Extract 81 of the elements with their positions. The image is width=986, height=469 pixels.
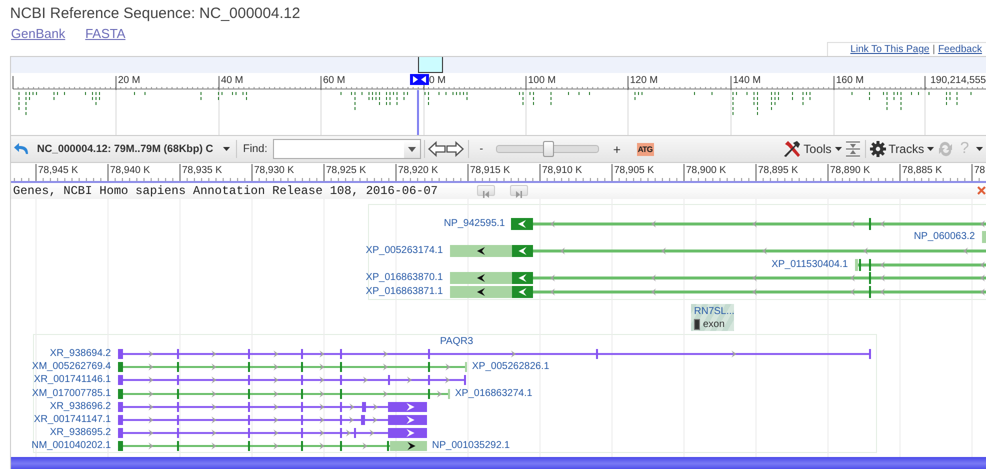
transcript-label: XP_011530404.1 xyxy=(771,259,848,270)
caret-icon[interactable] xyxy=(223,147,230,151)
transcript-label: XR_938696.2 xyxy=(50,401,111,412)
tools-menu[interactable]: Tools xyxy=(804,142,832,156)
ruler-label: 78,885 K xyxy=(902,165,942,177)
ruler-label: 40 M xyxy=(221,75,244,86)
ruler-label: 120 M xyxy=(630,75,658,86)
transcript-label: XR_001741147.1 xyxy=(34,414,111,425)
collapse-icon[interactable] xyxy=(844,141,861,157)
ruler-label: 78,925 K xyxy=(326,165,366,177)
transcript-label: XP_005263174.1 xyxy=(366,245,443,256)
ruler-label: 160 M xyxy=(836,75,864,86)
left-arrow-icon[interactable] xyxy=(428,141,446,157)
tools-icon[interactable] xyxy=(782,140,801,158)
sequence-button[interactable]: ATG xyxy=(636,142,654,156)
link[interactable]: GenBank xyxy=(11,26,66,40)
ruler-label: 78,915 K xyxy=(470,165,510,177)
transcript-label: XP_016863871.1 xyxy=(366,286,443,297)
position-line xyxy=(417,90,419,135)
find-label: Find: xyxy=(243,143,268,155)
ruler-label: 78 xyxy=(974,165,986,177)
next-button[interactable] xyxy=(510,185,528,196)
protein-label: NP_001035292.1 xyxy=(432,440,510,451)
ruler-label: 0 M xyxy=(429,75,446,86)
ruler-label: 78,895 K xyxy=(758,165,798,177)
skip-back-icon xyxy=(482,191,490,198)
caret-icon[interactable] xyxy=(834,147,842,151)
transcript-label: XR_938694.2 xyxy=(50,348,111,359)
feature-label: RN7SL... xyxy=(694,306,735,317)
tracks-menu[interactable]: Tracks xyxy=(888,142,924,156)
range-marker-icon[interactable] xyxy=(410,74,429,85)
skip-forward-icon xyxy=(515,191,523,198)
protein-label: XP_016863274.1 xyxy=(455,388,532,399)
gene-name: PAQR3 xyxy=(440,336,474,347)
ruler-label: 78,900 K xyxy=(686,165,726,177)
settings-icon[interactable] xyxy=(870,141,886,157)
view-window[interactable] xyxy=(418,57,443,73)
slider-thumb[interactable] xyxy=(542,141,554,157)
track-title: Genes, NCBI Homo sapiens Annotation Release 108, 2016-06-07 xyxy=(13,184,438,198)
ruler-label: 140 M xyxy=(733,75,761,86)
ruler-label: 78,920 K xyxy=(398,165,438,177)
ruler-label: 78,910 K xyxy=(542,165,582,177)
feature-box[interactable]: RN7SL... exon xyxy=(691,304,734,331)
back-arrow-icon[interactable] xyxy=(14,142,31,156)
ruler-label: 20 M xyxy=(118,75,140,86)
location-label: NC_000004.12: 79M..79M (68Kbp) C xyxy=(37,143,214,155)
transcript-label: NP_060063.2 xyxy=(914,231,975,242)
page-title: NCBI Reference Sequence: NC_000004.12 xyxy=(9,4,302,24)
transcript-label: XM_005262769.4 xyxy=(32,361,111,372)
caret-icon[interactable] xyxy=(927,147,934,151)
ruler-label: 78,945 K xyxy=(38,165,78,177)
transcript-label: XM_017007785.1 xyxy=(32,388,111,399)
caret-icon xyxy=(408,146,416,152)
link[interactable]: Feedback xyxy=(938,43,982,56)
separator: | xyxy=(932,43,936,56)
link[interactable]: FASTA xyxy=(85,26,126,40)
ruler-label: 78,940 K xyxy=(110,165,150,177)
transcript-label: XR_001741146.1 xyxy=(34,374,111,385)
right-arrow-icon[interactable] xyxy=(446,141,464,157)
caret-icon[interactable] xyxy=(976,147,983,151)
link[interactable]: Link To This Page xyxy=(850,43,930,56)
ruler-label: 78,905 K xyxy=(614,165,654,177)
transcript-label: NP_942595.1 xyxy=(444,218,505,229)
previous-button[interactable] xyxy=(477,185,495,196)
ruler-label: 60 M xyxy=(323,75,346,86)
protein-label: XP_005262826.1 xyxy=(472,361,550,372)
ruler-label: 190,214,555 xyxy=(930,75,986,86)
transcript-label: XP_016863870.1 xyxy=(366,272,443,283)
dropdown-button[interactable] xyxy=(404,140,420,158)
ruler-label: 78,930 K xyxy=(254,165,294,177)
ruler-label: 100 M xyxy=(528,75,556,86)
exon-icon xyxy=(694,319,700,330)
zoom-in-button[interactable]: + xyxy=(613,142,621,156)
close-icon[interactable] xyxy=(977,186,986,195)
ruler-label: 78,935 K xyxy=(182,165,222,177)
transcript-label: XR_938695.2 xyxy=(50,427,111,438)
find-field[interactable] xyxy=(273,139,422,159)
zoom-out-button[interactable]: - xyxy=(479,143,484,155)
ruler-label: 78,890 K xyxy=(830,165,870,177)
transcript-label: NM_001040202.1 xyxy=(31,440,111,451)
legend-label: exon xyxy=(703,319,725,330)
